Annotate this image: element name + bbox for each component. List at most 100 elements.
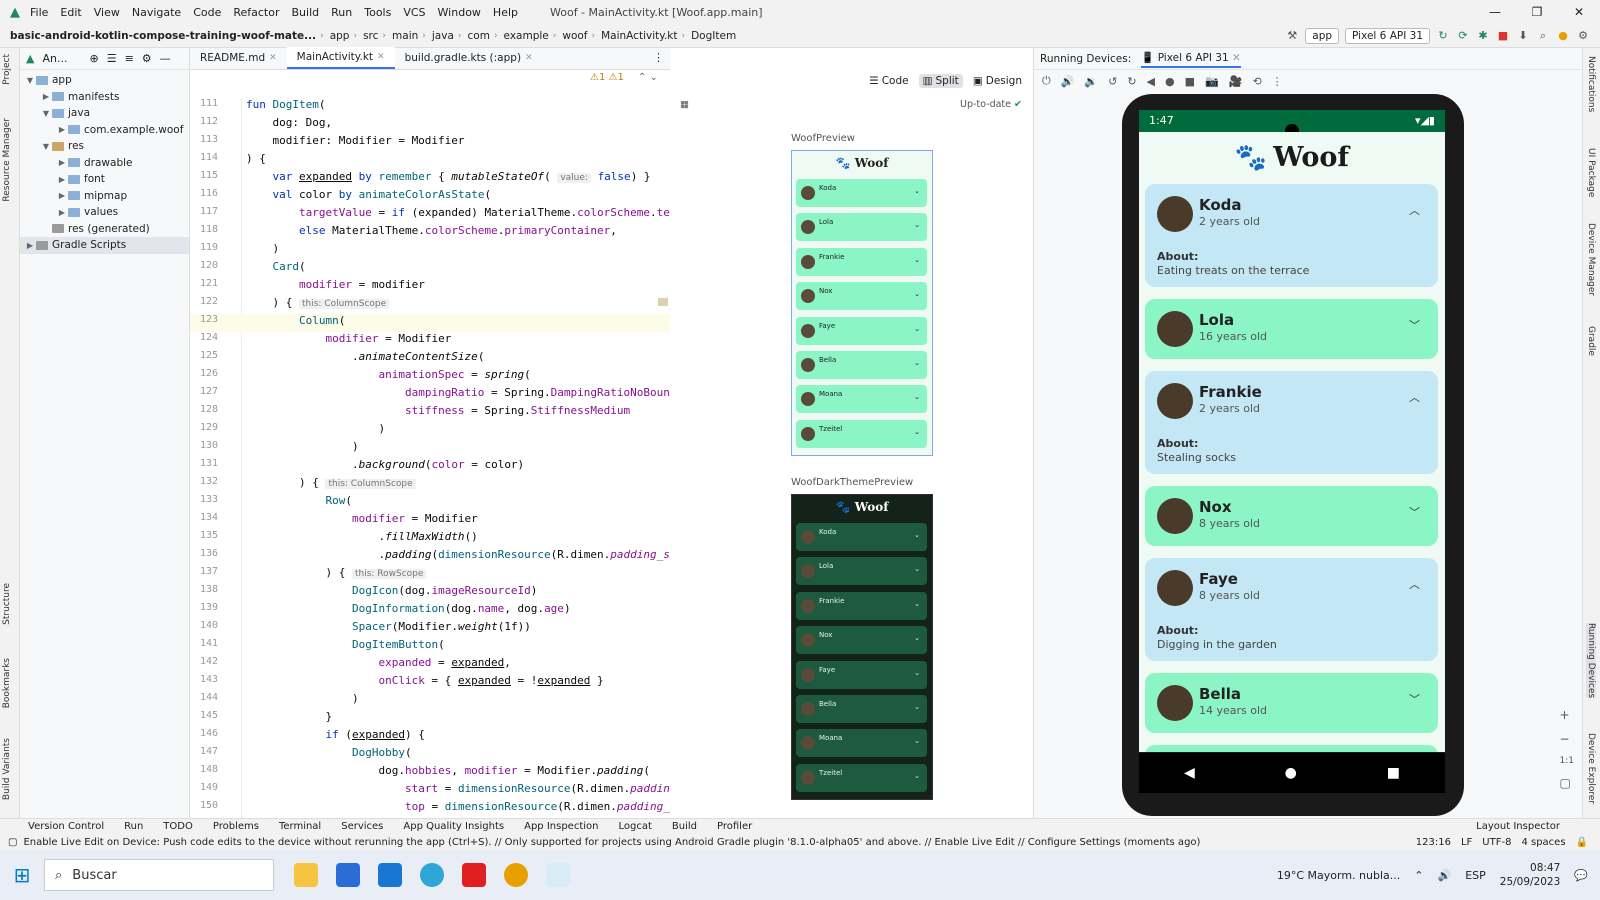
clock[interactable]: 08:47 25/09/2023 [1500,861,1561,889]
code-mode-button[interactable]: ☰ Code [869,75,908,87]
breadcrumb-item[interactable]: example [504,30,549,42]
locate-icon[interactable]: ⊕ [89,52,98,65]
menu-tools[interactable]: Tools [364,6,391,19]
tab-device-explorer[interactable]: Device Explorer [1586,733,1596,804]
expand-arrow-icon[interactable]: ▶ [56,125,68,134]
expand-arrow-icon[interactable]: ▶ [24,241,36,250]
edge-icon[interactable] [420,863,444,887]
preview-layout-icon[interactable]: ▦ [680,99,689,110]
menu-refactor[interactable]: Refactor [233,6,279,19]
warnings-indicator[interactable]: ⚠1 ⚠1 [590,72,624,83]
breadcrumb-item[interactable]: java [432,30,454,42]
menu-edit[interactable]: Edit [60,6,81,19]
tool-tab[interactable]: Version Control [28,821,104,832]
breadcrumb-item[interactable]: src [363,30,378,42]
chevron-down-icon[interactable]: ﹀ [1409,691,1420,707]
zoom-in-icon[interactable]: + [1560,708,1574,722]
tool-tab[interactable]: Logcat [618,821,651,832]
expand-arrow-icon[interactable]: ▼ [40,142,52,151]
reset-icon[interactable]: ⟲ [1252,75,1261,88]
status-item[interactable]: 123:16 [1416,837,1451,848]
rotate-left-icon[interactable]: ↺ [1108,75,1117,88]
tree-item[interactable]: ▶ font [20,171,189,188]
debug-icon[interactable]: ✱ [1476,29,1490,43]
dog-card[interactable]: Lola 16 years old ﹀ [1145,299,1438,359]
chevron-down-icon[interactable]: ﹀ [1409,317,1420,333]
minimize-button[interactable]: — [1474,0,1516,24]
tree-item[interactable]: ▼ res [20,138,189,155]
maximize-button[interactable]: ❐ [1516,0,1558,24]
design-mode-button[interactable]: ▣ Design [973,75,1022,87]
overview-icon[interactable]: ■ [1185,75,1195,88]
phone-screen[interactable]: 1:47 ▾◢▮ 🐾 Woof Koda 2 years old ︿ About: Eati… [1139,110,1445,752]
chrome-icon[interactable] [504,863,528,887]
youtube-icon[interactable] [462,863,486,887]
hide-icon[interactable]: — [160,52,171,65]
dog-card[interactable]: Koda 2 years old ︿ About: Eating treats on t… [1145,184,1438,287]
menu-build[interactable]: Build [292,6,320,19]
close-tab-icon[interactable]: ✕ [269,53,277,63]
close-tab-icon[interactable]: ✕ [525,53,533,63]
editor-tab[interactable]: build.gradle.kts (:app) ✕ [395,47,543,69]
expand-arrow-icon[interactable]: ▼ [40,109,52,118]
more-tabs-icon[interactable]: ⋮ [647,47,670,69]
status-item[interactable]: UTF-8 [1482,837,1511,848]
tool-tab[interactable]: App Inspection [524,821,598,832]
breadcrumb-item[interactable]: basic-android-kotlin-compose-training-wo… [10,30,316,42]
menu-run[interactable]: Run [331,6,352,19]
menu-code[interactable]: Code [193,6,221,19]
split-mode-button[interactable]: ▥ Split [918,74,963,88]
run-icon[interactable]: ↻ [1436,29,1450,43]
lock-icon[interactable]: 🔒 [1576,837,1588,848]
tab-resource-manager[interactable]: Resource Manager [2,118,12,202]
menu-view[interactable]: View [94,6,120,19]
menu-file[interactable]: File [30,6,48,19]
stop-icon[interactable]: ■ [1496,29,1510,43]
volume-icon[interactable]: 🔊 [1437,869,1451,882]
dog-card[interactable]: Nox 8 years old ﹀ [1145,486,1438,546]
menu-navigate[interactable]: Navigate [132,6,181,19]
apply-changes-icon[interactable]: ⟳ [1456,29,1470,43]
more-icon[interactable]: ⋮ [1272,75,1283,88]
tree-item[interactable]: ▶ drawable [20,155,189,172]
breadcrumb-item[interactable]: com [468,30,490,42]
nav-back-icon[interactable]: ◀ [1184,765,1195,781]
breadcrumb-item[interactable]: woof [562,30,587,42]
tool-tab[interactable]: Services [341,821,383,832]
tree-item[interactable]: ▶ manifests [20,89,189,106]
record-icon[interactable]: 🎥 [1229,75,1243,88]
dark-preview[interactable]: 🐾 Woof Koda ⌄ Lola ⌄ Frankie ⌄ Nox ⌄ Faye ⌄ Bella ⌄… [791,494,933,800]
chevron-up-icon[interactable]: ︿ [1409,576,1420,592]
collapse-all-icon[interactable]: ≡ [125,52,134,65]
editor-tab[interactable]: README.md ✕ [190,47,287,69]
mail-icon[interactable] [378,863,402,887]
tool-tab[interactable]: Run [124,821,143,832]
tree-item[interactable]: res (generated) [20,221,189,238]
hammer-icon[interactable]: ⚒ [1285,29,1299,43]
tab-device-manager[interactable]: Device Manager [1586,223,1596,296]
status-item[interactable]: 4 spaces [1521,837,1565,848]
dog-card[interactable]: Bella 14 years old ﹀ [1145,673,1438,733]
chevron-up-icon[interactable]: ︿ [1409,202,1420,218]
nav-arrows-icon[interactable]: ⌃ ⌄ [638,72,658,83]
breadcrumb-item[interactable]: MainActivity.kt [601,30,677,42]
status-message[interactable]: Enable Live Edit on Device: Push code ed… [23,837,1200,848]
tree-item[interactable]: ▶ com.example.woof [20,122,189,139]
expand-arrow-icon[interactable]: ▼ [24,76,36,85]
project-view-select[interactable]: An... [42,52,67,65]
expand-arrow-icon[interactable]: ▶ [40,92,52,101]
tree-item[interactable]: ▶ Gradle Scripts [20,237,189,254]
dog-card[interactable]: Frankie 2 years old ︿ About: Stealing socks [1145,371,1438,474]
tree-item[interactable]: ▼ app [20,72,189,89]
settings-icon[interactable]: ⚙ [1576,29,1590,43]
chevron-up-icon[interactable]: ︿ [1409,389,1420,405]
device-tab[interactable]: 📱 Pixel 6 API 31 ✕ [1141,49,1241,68]
actual-size-icon[interactable]: 1:1 [1560,756,1574,766]
store-icon[interactable] [336,863,360,887]
tab-project[interactable]: Project [2,54,12,85]
menu-vcs[interactable]: VCS [403,6,425,19]
device-select[interactable]: Pixel 6 API 31 [1345,27,1430,44]
light-preview[interactable]: 🐾 Woof Koda ⌄ Lola ⌄ Frankie ⌄ Nox ⌄ Faye ⌄ Bella ⌄… [791,150,933,456]
tab-notifications[interactable]: Notifications [1586,56,1596,112]
zoom-out-icon[interactable]: − [1560,732,1574,746]
